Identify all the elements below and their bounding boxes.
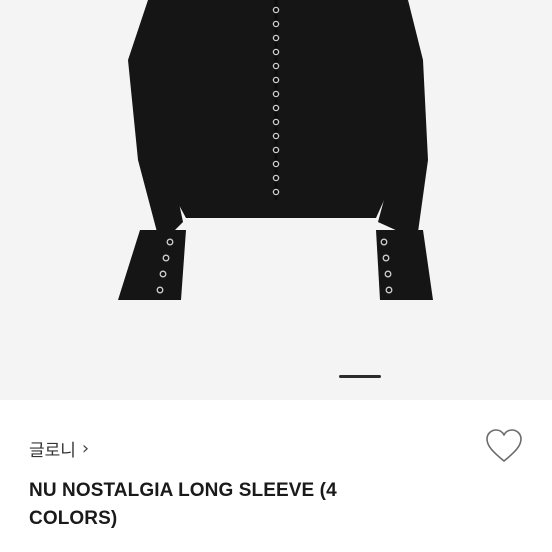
product-image bbox=[118, 0, 433, 300]
brand-name: 글로니 bbox=[29, 441, 76, 461]
heart-outline-icon[interactable] bbox=[485, 428, 523, 464]
carousel-indicator[interactable] bbox=[339, 375, 381, 378]
product-image-carousel[interactable] bbox=[0, 0, 552, 400]
chevron-right-icon: › bbox=[81, 438, 90, 459]
product-title: NU NOSTALGIA LONG SLEEVE (4 COLORS) bbox=[29, 480, 337, 529]
brand-link[interactable]: 글로니 › bbox=[29, 436, 89, 461]
